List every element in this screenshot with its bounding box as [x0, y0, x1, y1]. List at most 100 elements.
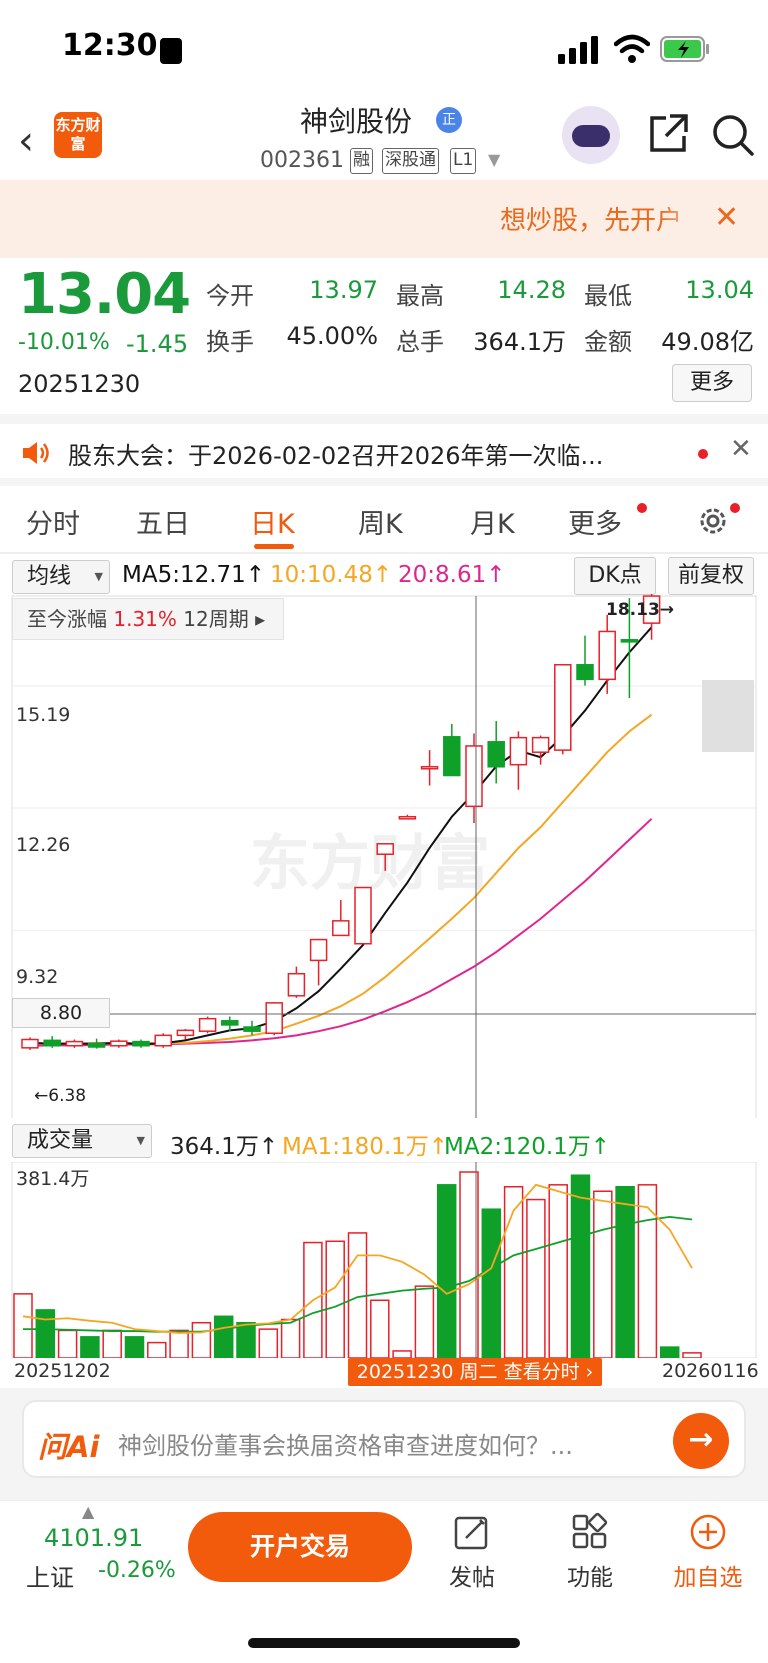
candle-body: [420, 766, 439, 770]
y-label: 9.32: [16, 966, 59, 988]
promo-text[interactable]: 想炒股，先开户: [500, 200, 682, 237]
volume-bar: [191, 1321, 212, 1358]
candle-body: [332, 920, 350, 937]
add-watchlist-label[interactable]: 加自选: [668, 1558, 748, 1592]
candle-body: [376, 843, 394, 855]
view-intraday-pill[interactable]: 20251230 周二 查看分时 ›: [348, 1358, 602, 1386]
close-icon[interactable]: ✕: [730, 434, 752, 464]
candle-body: [443, 736, 461, 777]
period-label: 至今涨幅: [27, 607, 107, 631]
candle-body: [265, 1002, 283, 1035]
change-amount: -1.45: [126, 330, 189, 358]
more-button[interactable]: 更多: [672, 364, 752, 402]
index-value[interactable]: 4101.91: [44, 1524, 143, 1552]
tag-margin: 融: [350, 148, 373, 174]
volume-bar: [213, 1315, 234, 1358]
x-start-label: 20251202: [14, 1360, 111, 1382]
volume-bar: [659, 1346, 680, 1358]
candle-body: [198, 1017, 217, 1032]
tab-weekly-k[interactable]: 周K: [358, 502, 403, 541]
chevron-down-icon[interactable]: ▼: [488, 150, 500, 169]
battery-icon: [660, 36, 709, 62]
last-price: 13.04: [18, 262, 191, 327]
label-volume: 总手: [396, 328, 444, 356]
volume-value: 364.1万↑: [170, 1134, 279, 1160]
candle-body: [65, 1040, 84, 1047]
volume-bar: [57, 1329, 78, 1358]
settings-dot: [730, 503, 740, 513]
stock-name: 神剑股份: [300, 105, 413, 138]
candle-body: [43, 1039, 61, 1047]
share-icon[interactable]: [646, 112, 690, 156]
open-account-trade-button[interactable]: 开户交易: [188, 1512, 412, 1582]
dk-point-button[interactable]: DK点: [574, 557, 656, 595]
shareholder-notice[interactable]: 股东大会：于2026-02-02召开2026年第一次临...: [68, 436, 603, 471]
tab-monthly-k[interactable]: 月K: [470, 502, 515, 541]
vol-ma1-value: MA1:180.1万↑: [282, 1134, 449, 1160]
edit-icon[interactable]: [452, 1512, 492, 1552]
ai-prompt[interactable]: 神剑股份董事会换届资格审查进度如何？...: [118, 1426, 573, 1461]
volume-bar: [124, 1336, 145, 1358]
candle-body: [354, 886, 372, 945]
ma10-value: 10:10.48↑: [270, 562, 393, 588]
grid-icon[interactable]: [570, 1512, 610, 1552]
label-open: 今开: [206, 282, 254, 310]
low-price-label: ←6.38: [34, 1086, 87, 1106]
candle-body: [398, 815, 417, 820]
tab-intraday[interactable]: 分时: [26, 502, 80, 541]
volume-bar: [637, 1184, 658, 1358]
status-time: 12:30: [62, 28, 158, 63]
volume-bar: [147, 1341, 167, 1358]
verified-badge: 正: [436, 107, 462, 133]
ma-dropdown[interactable]: 均线: [12, 560, 110, 594]
function-label[interactable]: 功能: [550, 1558, 630, 1592]
gear-icon[interactable]: [696, 504, 730, 538]
adjust-button[interactable]: 前复权: [668, 557, 754, 595]
tag-connect: 深股通: [382, 148, 439, 174]
period-span: 12周期: [183, 607, 249, 631]
label-turnover: 换手: [206, 328, 254, 356]
label-high: 最高: [396, 282, 444, 310]
volume-bar: [258, 1328, 279, 1358]
k-line-chart[interactable]: 东方财富: [0, 594, 768, 1118]
close-icon[interactable]: ✕: [714, 200, 739, 235]
tab-daily-k[interactable]: 日K: [250, 502, 295, 541]
period-gain-box[interactable]: 至今涨幅 1.31% 12周期 ▸: [12, 598, 284, 640]
period-value: 1.31%: [113, 607, 177, 631]
add-circle-icon[interactable]: [688, 1512, 728, 1552]
volume-dropdown[interactable]: 成交量: [12, 1124, 152, 1158]
candle-body: [309, 938, 328, 962]
search-icon[interactable]: [710, 112, 756, 158]
volume-bar: [13, 1293, 33, 1358]
candle-body: [243, 1026, 261, 1032]
candle-body: [87, 1042, 106, 1048]
volume-bar: [526, 1198, 546, 1358]
post-label[interactable]: 发帖: [432, 1558, 512, 1592]
candle-body: [176, 1029, 195, 1037]
crosshair-price: 8.80: [12, 998, 110, 1028]
volume-bar: [593, 1190, 613, 1358]
label-low: 最低: [584, 282, 632, 310]
volume-chart[interactable]: [0, 1162, 768, 1358]
volume-bar: [615, 1186, 635, 1358]
value-open: 13.97: [309, 276, 378, 304]
high-price-label: 18.13→: [606, 600, 675, 620]
back-icon[interactable]: ‹: [18, 118, 34, 164]
quote-date: 20251230: [18, 370, 141, 398]
volume-bar: [570, 1174, 591, 1358]
index-name[interactable]: 上证: [26, 1558, 74, 1593]
arrow-right-icon[interactable]: →: [673, 1413, 729, 1469]
volume-bar: [481, 1208, 502, 1358]
volume-bar: [80, 1336, 100, 1358]
tab-five-day[interactable]: 五日: [136, 502, 190, 541]
label-amount: 金额: [584, 328, 632, 356]
volume-bar: [392, 1350, 412, 1358]
candle-body: [598, 630, 616, 681]
candle-body: [554, 664, 572, 751]
volume-bar: [682, 1352, 702, 1358]
tab-more[interactable]: 更多: [568, 502, 622, 541]
index-change[interactable]: -0.26%: [98, 1558, 176, 1583]
volume-bar: [280, 1318, 301, 1358]
candle-body: [465, 745, 483, 808]
volume-bar: [35, 1309, 56, 1358]
